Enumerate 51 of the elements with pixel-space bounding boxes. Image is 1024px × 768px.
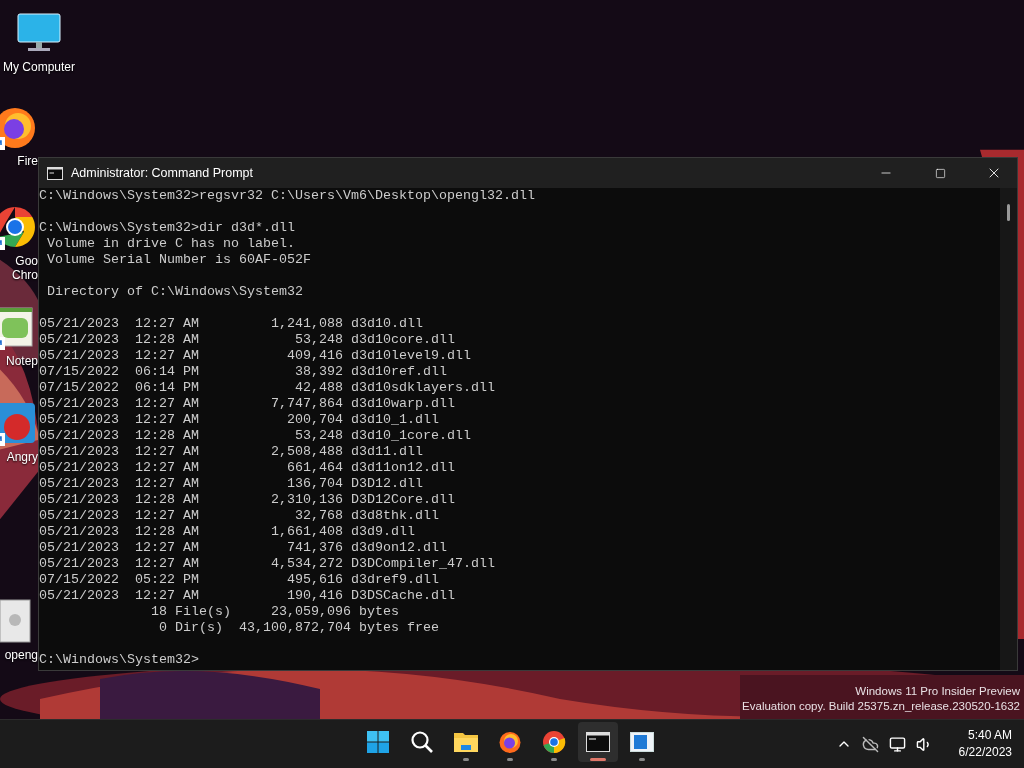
clock-date[interactable]: 6/22/2023 xyxy=(958,744,1012,761)
taskbar-button[interactable] xyxy=(578,722,618,762)
desktop-icon-label[interactable]: Goo Chro xyxy=(4,254,38,282)
chrome-icon xyxy=(542,730,566,754)
chrome-icon xyxy=(0,204,38,250)
console-line: 05/21/2023 12:27 AM 1,241,088 d3d10.dll xyxy=(39,316,424,332)
console-line: 05/21/2023 12:28 AM 53,248 d3d10core.dll xyxy=(39,332,456,348)
console-line: Directory of C:\Windows\System32 xyxy=(46,284,304,300)
desktop-icon-label[interactable]: Notep xyxy=(5,354,38,368)
console-line: 05/21/2023 12:28 AM 2,310,136 D3D12Core.dll xyxy=(39,492,456,508)
console-line: 05/21/2023 12:27 AM 136,704 D3D12.dll xyxy=(39,476,424,492)
console-line: 07/15/2022 06:14 PM 38,392 d3d10ref.dll xyxy=(39,364,448,380)
console-line: Volume in drive C has no label. xyxy=(46,236,296,252)
console-line: 05/21/2023 12:28 AM 53,248 d3d10_1core.dll xyxy=(39,428,472,444)
console-line: C:\Windows\System32> xyxy=(39,652,200,668)
console-line: 07/15/2022 05:22 PM 495,616 d3dref9.dll xyxy=(39,572,440,588)
console-line: 05/21/2023 12:27 AM 409,416 d3d10level9.dll xyxy=(39,348,472,364)
desktop-icon-label[interactable]: openg xyxy=(4,648,38,662)
console-line: 05/21/2023 12:27 AM 2,508,488 d3d11.dll xyxy=(39,444,424,460)
folder-icon xyxy=(453,730,479,754)
console-line: 07/15/2022 06:14 PM 42,488 d3d10sdklayers.dll xyxy=(39,380,496,396)
console-line: 18 File(s) 23,059,096 bytes xyxy=(149,604,400,620)
console-line: C:\Windows\System32>dir d3d*.dll xyxy=(39,220,296,236)
console-line: 0 Dir(s) 43,100,872,704 bytes free xyxy=(157,620,440,636)
watermark-text: Windows 11 Pro Insider Preview xyxy=(855,684,1020,699)
console-line: 05/21/2023 12:28 AM 1,661,408 d3d9.dll xyxy=(39,524,416,540)
scrollbar[interactable] xyxy=(1000,188,1017,670)
console-line: C:\Windows\System32>regsvr32 C:\Users\Vm6\Desktop\opengl32.dll xyxy=(39,188,536,204)
console-line: 05/21/2023 12:27 AM 661,464 d3d11on12.dll xyxy=(39,460,456,476)
console-line: 05/21/2023 12:27 AM 4,534,272 D3DCompiler_47.dll xyxy=(39,556,496,572)
desktop-icon-label[interactable]: My Computer xyxy=(3,60,75,74)
window-icon xyxy=(630,732,654,752)
firefox-icon xyxy=(498,730,522,754)
watermark-text: Evaluation copy. Build 25375.zn_release.230520-1632 xyxy=(742,699,1020,714)
terminal-icon xyxy=(586,732,610,752)
window-title: Administrator: Command Prompt xyxy=(71,166,254,180)
desktop-icon-label[interactable]: Angry xyxy=(6,450,38,464)
clock-time[interactable]: 5:40 AM xyxy=(967,727,1012,744)
cloud-off-icon[interactable] xyxy=(861,735,879,753)
console-line: Volume Serial Number is 60AF-052F xyxy=(46,252,312,268)
maximize-icon xyxy=(934,167,946,179)
scroll-thumb[interactable] xyxy=(1007,204,1010,221)
search-icon xyxy=(410,730,434,754)
windows-logo-icon xyxy=(366,730,390,754)
terminal-icon xyxy=(47,166,63,180)
console-line: 05/21/2023 12:27 AM 741,376 d3d9on12.dll xyxy=(39,540,448,556)
console-line: 05/21/2023 12:27 AM 32,768 d3d8thk.dll xyxy=(39,508,440,524)
desktop-icon-label[interactable]: Fire xyxy=(17,154,38,168)
console-line: 05/21/2023 12:27 AM 200,704 d3d10_1.dll xyxy=(39,412,440,428)
console-line: 05/21/2023 12:27 AM 190,416 D3DSCache.dll xyxy=(39,588,456,604)
console-line: 05/21/2023 12:27 AM 7,747,864 d3d10warp.dll xyxy=(39,396,456,412)
